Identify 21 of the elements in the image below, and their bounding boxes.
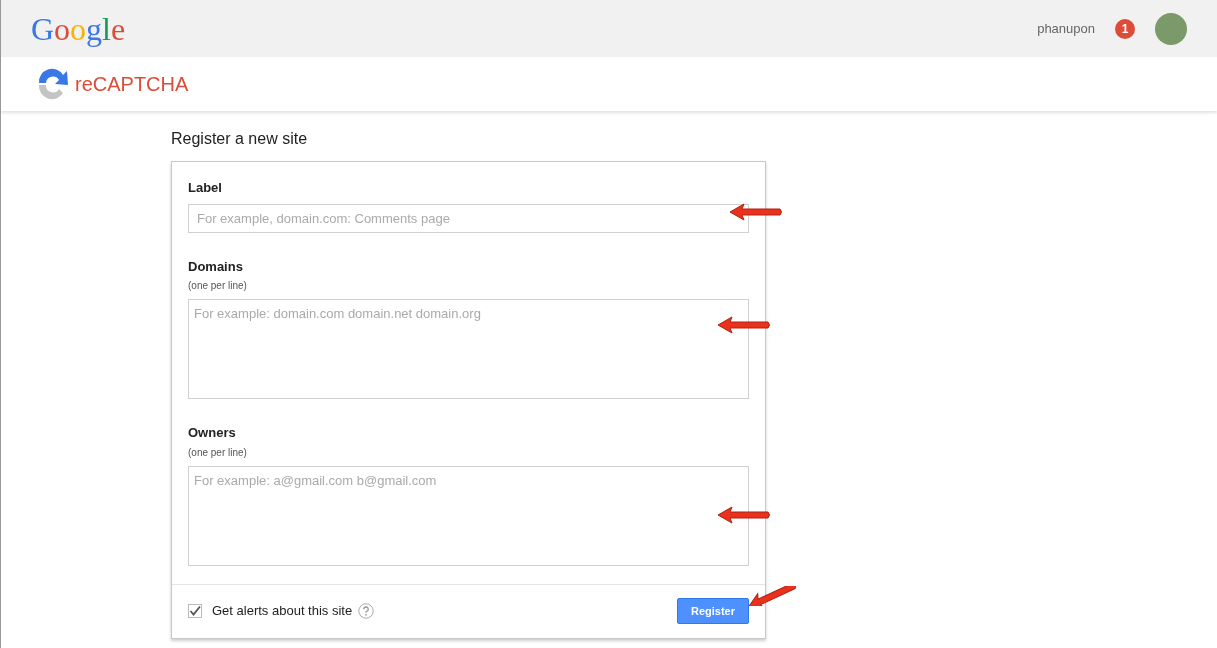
field-hint: (one per line)	[188, 279, 248, 293]
alerts-label: Get alerts about this site	[212, 602, 353, 621]
help-icon[interactable]	[358, 603, 375, 619]
arrow-icon	[716, 315, 772, 335]
notification-badge[interactable]: 1	[1115, 18, 1135, 39]
username[interactable]: phanupon	[1037, 18, 1095, 39]
alerts-checkbox[interactable]	[188, 604, 202, 618]
field-label: Domains	[188, 257, 244, 276]
arrow-icon	[728, 202, 784, 222]
field-label: Label	[188, 179, 223, 197]
field-hint: (one per line)	[188, 445, 248, 460]
arrow-icon	[716, 505, 772, 525]
page-title: Register a new site	[171, 129, 309, 149]
textarea-field[interactable]: For example: a@gmail.com b@gmail.com	[188, 465, 749, 566]
google-logo: Google	[31, 12, 126, 45]
label-input[interactable]: For example, domain.com: Comments page	[188, 203, 749, 233]
textarea-field[interactable]: For example: domain.com domain.net domain.org	[188, 299, 749, 399]
register-button[interactable]: Register	[677, 598, 749, 624]
avatar[interactable]	[1155, 12, 1187, 45]
field-label: Owners	[188, 424, 237, 442]
product-name: reCAPTCHA	[75, 72, 189, 97]
